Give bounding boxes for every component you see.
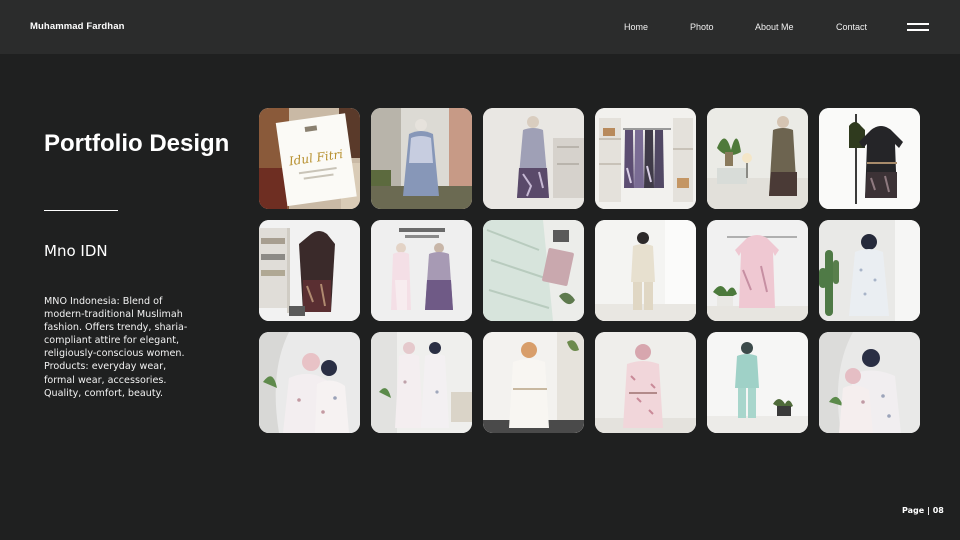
- gallery-photo-promo-two-models[interactable]: [371, 220, 472, 321]
- gallery-photo-blue-dress-outdoor[interactable]: [371, 108, 472, 209]
- brand-name[interactable]: Muhammad Fardhan: [30, 21, 125, 32]
- page-number: Page | 08: [902, 506, 944, 515]
- gallery-photo-white-belted-dress[interactable]: [483, 332, 584, 433]
- top-navigation-bar: Muhammad Fardhan Home Photo About Me Con…: [0, 0, 960, 54]
- gallery-photo-mint-set[interactable]: [707, 332, 808, 433]
- gallery-photo-pink-dress-plant[interactable]: [707, 220, 808, 321]
- hamburger-menu-icon[interactable]: [907, 23, 929, 31]
- project-description: MNO Indonesia: Blend of modern-tradition…: [44, 296, 188, 399]
- gallery-photo-eid-card[interactable]: Idul Fitri: [259, 108, 360, 209]
- gallery-photo-plant-lounge[interactable]: [707, 108, 808, 209]
- gallery-photo-two-models-full[interactable]: [371, 332, 472, 433]
- nav-home[interactable]: Home: [624, 22, 648, 32]
- portfolio-gallery: Idul Fitri: [259, 108, 920, 433]
- gallery-photo-two-models-closeup[interactable]: [259, 332, 360, 433]
- gallery-photo-maroon-gown-shelf[interactable]: [259, 220, 360, 321]
- gallery-photo-cream-outfit[interactable]: [595, 220, 696, 321]
- gallery-photo-cactus-model[interactable]: [819, 220, 920, 321]
- nav-contact[interactable]: Contact: [836, 22, 867, 32]
- gallery-photo-blush-dress[interactable]: [595, 332, 696, 433]
- gallery-photo-floral-pair[interactable]: [819, 332, 920, 433]
- gallery-photo-printed-gown[interactable]: [483, 108, 584, 209]
- title-divider: [44, 210, 118, 211]
- gallery-photo-hanging-dress[interactable]: [819, 108, 920, 209]
- page-title: Portfolio Design: [44, 130, 230, 157]
- gallery-photo-flatlay-fabric[interactable]: [483, 220, 584, 321]
- gallery-photo-wardrobe-rack[interactable]: [595, 108, 696, 209]
- nav-about-me[interactable]: About Me: [755, 22, 794, 32]
- nav-photo[interactable]: Photo: [690, 22, 714, 32]
- client-name: Mno IDN: [44, 242, 108, 260]
